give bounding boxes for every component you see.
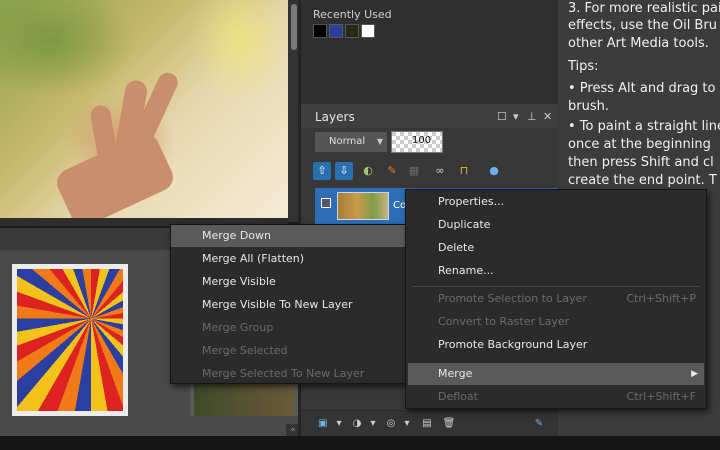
- layer-style-icon[interactable]: ▦: [405, 162, 423, 180]
- scrollbar-thumb[interactable]: [291, 4, 297, 50]
- refresh-icon[interactable]: ●: [485, 162, 503, 180]
- menu-item-label: Merge Selected: [202, 344, 288, 357]
- menu-item-delete[interactable]: Delete: [406, 237, 706, 259]
- thumbnail-image: [194, 384, 294, 416]
- pin-icon[interactable]: ⊥: [527, 110, 537, 123]
- layers-bottom-toolbar: ▣ ▾ ◑ ▾ ◎ ▾ ▤ 🗑 ✎: [301, 410, 559, 436]
- menu-item-label: Promote Selection to Layer: [438, 292, 587, 305]
- menu-item-label: Merge All (Flatten): [202, 252, 305, 265]
- layer-context-menu: Properties... Duplicate Delete Rename...…: [405, 189, 707, 409]
- color-swatch[interactable]: [361, 24, 375, 38]
- options-icon[interactable]: ▾: [513, 110, 519, 123]
- menu-item-label: Merge Visible: [202, 275, 276, 288]
- opacity-value: 100: [412, 135, 432, 146]
- restore-icon[interactable]: ☐: [497, 110, 507, 123]
- merge-submenu: Merge Down Merge All (Flatten) Merge Vis…: [170, 224, 406, 384]
- new-mask-icon[interactable]: ◐: [359, 162, 377, 180]
- menu-item-promote-selection: Promote Selection to Layer Ctrl+Shift+P: [406, 288, 706, 310]
- menu-item-label: Delete: [438, 241, 475, 254]
- new-layer-up-icon[interactable]: ⇧: [313, 162, 331, 180]
- layers-title-bar: Layers ☐ ▾ ⊥ ✕: [301, 104, 559, 128]
- chevron-down-icon[interactable]: ▾: [365, 417, 381, 431]
- menu-item-rename[interactable]: Rename...: [406, 260, 706, 282]
- color-swatch[interactable]: [329, 24, 343, 38]
- menu-separator: [412, 286, 700, 287]
- color-swatch[interactable]: [313, 24, 327, 38]
- new-layer-down-icon[interactable]: ⇩: [335, 162, 353, 180]
- menu-item-merge[interactable]: Merge ▶: [408, 363, 704, 385]
- menu-item-label: Promote Background Layer: [438, 338, 588, 351]
- menu-item-label: Properties...: [438, 195, 505, 208]
- thumbnail-balloon[interactable]: [12, 264, 128, 416]
- layer-visibility-icon[interactable]: [321, 198, 331, 208]
- tip-line: effects, use the Oil Bru: [568, 18, 717, 33]
- image-canvas[interactable]: [0, 0, 300, 222]
- group-icon[interactable]: ▤: [419, 417, 435, 431]
- menu-item-merge-visible[interactable]: Merge Visible: [171, 271, 405, 293]
- menu-item-label: Merge Down: [202, 229, 272, 242]
- blend-mode-value: Normal: [329, 136, 366, 147]
- tip-line: create the end point. T: [568, 173, 717, 188]
- menu-item-duplicate[interactable]: Duplicate: [406, 214, 706, 236]
- blend-mode-dropdown[interactable]: Normal ▼: [315, 132, 387, 152]
- color-swatch[interactable]: [345, 24, 359, 38]
- delete-layer-icon[interactable]: ✎: [383, 162, 401, 180]
- submenu-arrow-icon: ▶: [691, 369, 698, 379]
- tip-line: • To paint a straight line: [568, 119, 720, 134]
- menu-item-merge-group: Merge Group: [171, 317, 405, 339]
- menu-item-merge-down[interactable]: Merge Down: [171, 225, 405, 247]
- chevron-down-icon[interactable]: ▾: [331, 417, 347, 431]
- new-mask-layer-icon[interactable]: ◎: [383, 417, 399, 431]
- recently-used-label: Recently Used: [313, 8, 392, 21]
- menu-item-shortcut: Ctrl+Shift+F: [626, 390, 696, 403]
- menu-item-merge-all[interactable]: Merge All (Flatten): [171, 248, 405, 270]
- menu-item-defloat: Defloat Ctrl+Shift+F: [406, 386, 706, 408]
- menu-item-properties[interactable]: Properties...: [406, 191, 706, 213]
- menu-item-label: Merge: [438, 367, 473, 380]
- menu-item-shortcut: Ctrl+Shift+P: [626, 292, 696, 305]
- menu-item-merge-visible-new[interactable]: Merge Visible To New Layer: [171, 294, 405, 316]
- menu-item-promote-background[interactable]: Promote Background Layer: [406, 334, 706, 356]
- tip-line: • Press Alt and drag to r: [568, 81, 720, 96]
- link-icon[interactable]: ∞: [431, 162, 449, 180]
- menu-item-label: Rename...: [438, 264, 494, 277]
- new-raster-layer-icon[interactable]: ▣: [315, 417, 331, 431]
- menu-item-label: Convert to Raster Layer: [438, 315, 570, 328]
- lock-icon[interactable]: ⊓: [455, 162, 473, 180]
- menu-item-label: Duplicate: [438, 218, 491, 231]
- new-adjustment-layer-icon[interactable]: ◑: [349, 417, 365, 431]
- menu-item-convert-raster: Convert to Raster Layer: [406, 311, 706, 333]
- thumbnail-image: [17, 269, 123, 411]
- menu-item-label: Merge Visible To New Layer: [202, 298, 353, 311]
- tip-line: 3. For more realistic pain: [568, 1, 720, 16]
- materials-panel: Recently Used: [300, 0, 558, 104]
- chevron-down-icon: ▼: [376, 137, 383, 146]
- menu-item-label: Merge Group: [202, 321, 274, 334]
- layers-title: Layers: [315, 110, 355, 124]
- tip-line: other Art Media tools.: [568, 36, 709, 51]
- delete-icon[interactable]: 🗑: [441, 417, 457, 431]
- menu-item-label: Merge Selected To New Layer: [202, 367, 365, 380]
- tip-line: brush.: [568, 99, 609, 114]
- status-bar: [0, 436, 720, 450]
- chevron-down-icon[interactable]: ▾: [399, 417, 415, 431]
- menu-item-label: Defloat: [438, 390, 478, 403]
- tip-line: once at the beginning: [568, 137, 711, 152]
- tips-heading: Tips:: [568, 59, 599, 74]
- menu-item-merge-selected: Merge Selected: [171, 340, 405, 362]
- canvas-photo[interactable]: [0, 0, 288, 222]
- opacity-field[interactable]: 100: [391, 131, 443, 153]
- tip-line: then press Shift and cl: [568, 155, 714, 170]
- edit-icon[interactable]: ✎: [531, 417, 547, 431]
- layer-thumbnail: [337, 192, 389, 220]
- close-icon[interactable]: ✕: [543, 110, 552, 123]
- menu-item-merge-selected-new: Merge Selected To New Layer: [171, 363, 405, 385]
